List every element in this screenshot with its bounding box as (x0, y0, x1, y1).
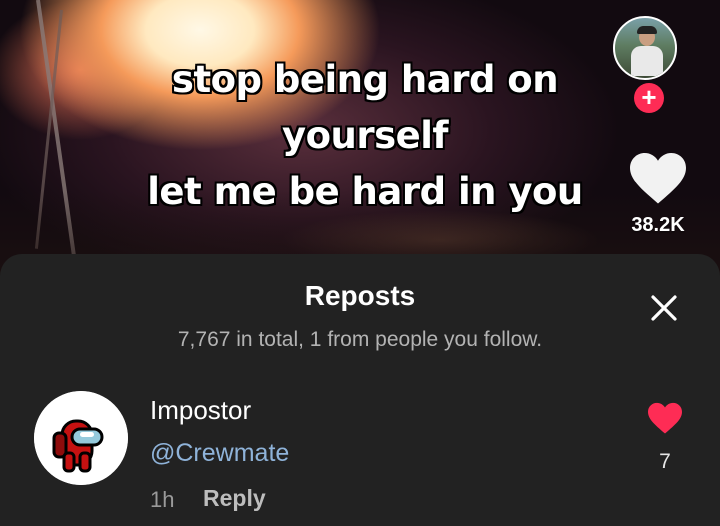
caption-line: yourself (281, 114, 449, 157)
follow-button[interactable]: + (634, 83, 664, 113)
tent-pole (34, 9, 63, 249)
user-name[interactable]: Impostor (150, 395, 251, 426)
creator-avatar[interactable]: + (613, 16, 677, 113)
close-button[interactable] (648, 292, 680, 324)
heart-icon[interactable] (627, 150, 689, 206)
timestamp: 1h (150, 487, 175, 512)
repost-list-item[interactable]: Impostor @Crewmate 1h Reply 7 (0, 389, 720, 519)
caption-line: stop being hard on (171, 58, 559, 101)
like-count: 38.2K (631, 214, 685, 236)
crewmate-icon (34, 391, 128, 485)
creator-avatar-image (613, 16, 677, 80)
user-avatar[interactable] (34, 391, 128, 485)
heart-icon[interactable] (646, 401, 684, 435)
like-count: 7 (659, 450, 671, 473)
sheet-title: Reposts (304, 280, 416, 311)
close-icon[interactable] (648, 292, 680, 324)
like-action[interactable]: 38.2K (618, 150, 698, 237)
caption-line: let me be hard in you (147, 170, 583, 213)
repost-like-button[interactable]: 7 (645, 401, 685, 474)
video-caption: stop being hard on yourself let me be ha… (95, 52, 635, 220)
reposts-summary: 7,767 in total, 1 from people you follow… (177, 328, 543, 351)
user-handle[interactable]: @Crewmate (150, 439, 289, 468)
reply-button[interactable]: Reply (203, 485, 266, 512)
reposts-sheet: Reposts 7,767 in total, 1 from people yo… (0, 254, 720, 526)
